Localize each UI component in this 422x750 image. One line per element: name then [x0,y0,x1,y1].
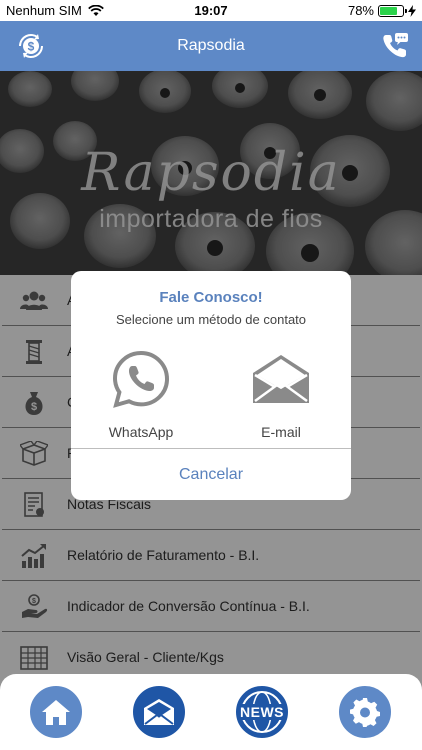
dialog-title: Fale Conosco! [159,289,263,306]
envelope-open-icon [253,355,309,403]
charging-bolt-icon [408,4,416,17]
battery-fill [380,6,398,15]
contact-dialog: Fale Conosco! Selecione um método de con… [71,271,351,500]
cancel-button[interactable]: Cancelar [71,466,351,484]
dialog-subtitle: Selecione um método de contato [115,312,307,327]
tab-messages[interactable] [131,684,187,740]
status-right: 78% [348,3,416,18]
tab-settings[interactable] [337,684,393,740]
gear-icon [350,698,380,727]
status-bar: Nenhum SIM 19:07 78% [0,0,422,21]
dialog-divider [71,448,351,449]
page-title: Rapsodia [177,37,245,54]
battery-percent: 78% [347,3,374,18]
whatsapp-icon [112,350,170,408]
home-icon [42,700,70,725]
email-label: E-mail [261,424,301,440]
bottom-tab-bar: NEWS [0,674,422,750]
whatsapp-option[interactable]: WhatsApp [81,349,201,440]
tab-home[interactable] [28,684,84,740]
app-header: $ Rapsodia [0,21,422,71]
battery-icon [378,4,407,17]
tab-news[interactable]: NEWS [234,684,290,740]
envelope-icon [144,699,174,725]
phone-chat-icon[interactable] [380,31,410,61]
whatsapp-label: WhatsApp [108,424,174,440]
email-option[interactable]: E-mail [221,349,341,440]
news-label: NEWS [238,704,286,720]
